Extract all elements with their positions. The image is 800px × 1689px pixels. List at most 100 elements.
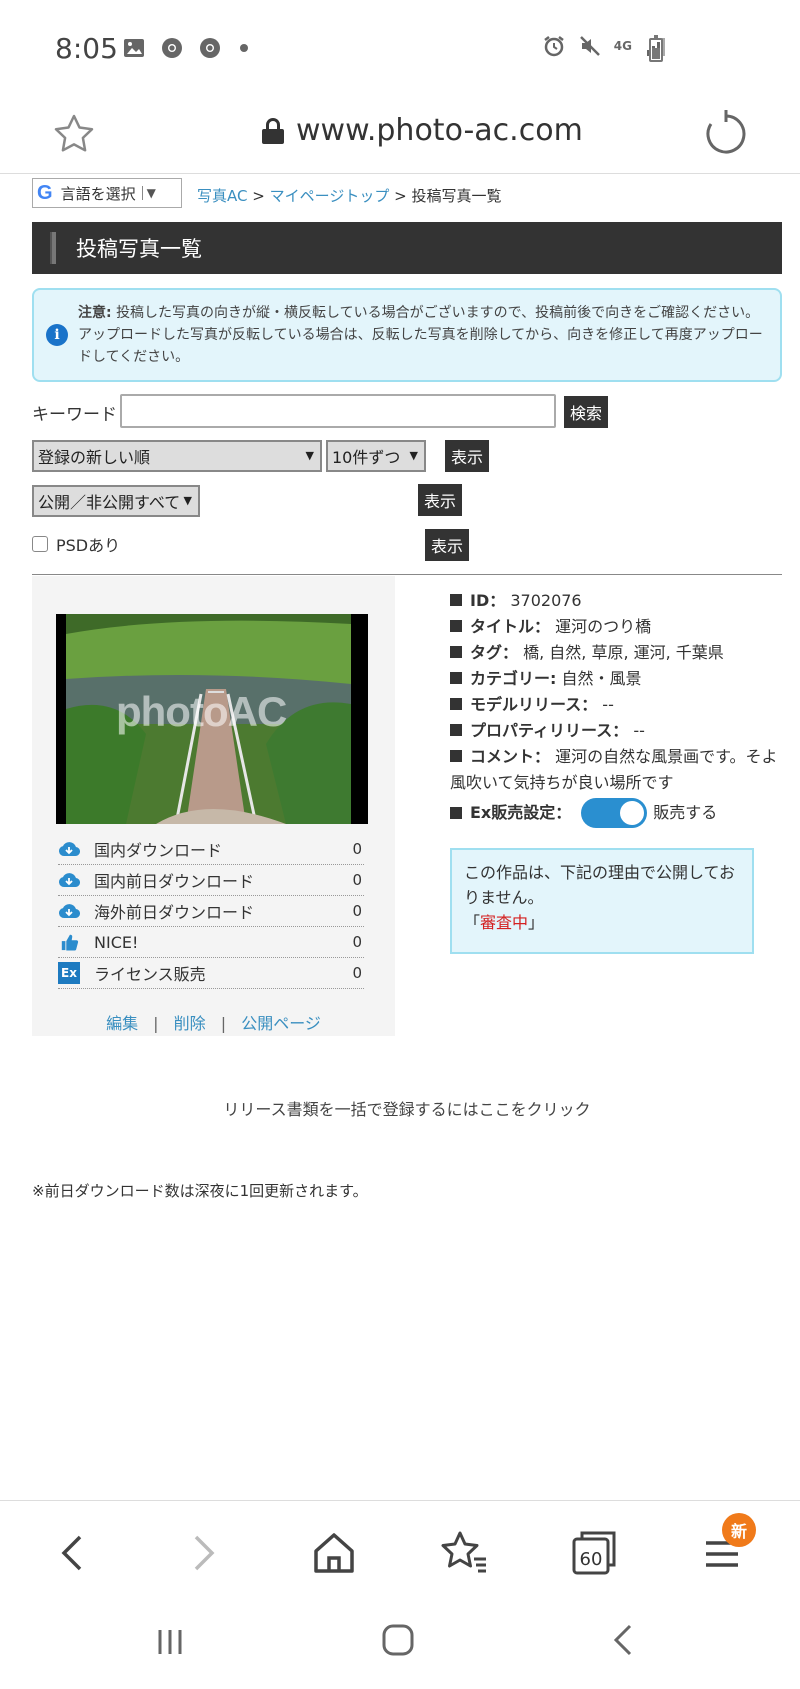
visibility-select-value: 公開／非公開すべて: [38, 493, 181, 512]
more-notifications-dot: [240, 44, 248, 52]
detail-ex-sale: Ex販売設定： 販売する: [450, 796, 780, 830]
stat-value: 0: [352, 871, 362, 889]
chevron-down-icon: ▼: [305, 449, 314, 462]
stat-label: NICE!: [94, 932, 139, 952]
cloud-download-icon: [59, 904, 80, 919]
cloud-download-icon: [59, 842, 80, 857]
detail-model-release: モデルリリース： --: [450, 692, 780, 718]
language-select-label: 言語を選択: [60, 184, 136, 203]
page-title: 投稿写真一覧: [32, 222, 782, 274]
status-time: 8:05: [55, 32, 118, 65]
alarm-icon: [544, 36, 564, 57]
bulk-release-link[interactable]: リリース書類を一括で登録するにはここをクリック: [32, 1096, 782, 1120]
language-select[interactable]: G 言語を選択 ▼: [32, 178, 182, 208]
stat-value: 0: [352, 964, 362, 982]
reload-icon[interactable]: [700, 108, 752, 160]
home-icon[interactable]: [306, 1525, 362, 1581]
notice-text: 投稿した写真の向きが縦・横反転している場合がございますので、投稿前後で向きをご確…: [78, 305, 763, 365]
psd-filter: PSDあり: [32, 532, 120, 556]
thumbs-up-icon: [61, 934, 79, 951]
detail-category: カテゴリー: 自然・風景: [450, 666, 780, 692]
bookmarks-icon[interactable]: [436, 1525, 492, 1581]
per-page-select[interactable]: 10件ずつ ▼: [326, 440, 426, 472]
tab-count: 60: [579, 1549, 603, 1570]
url-field[interactable]: www.photo-ac.com: [262, 113, 583, 148]
ex-sale-value: 販売する: [653, 803, 718, 822]
public-page-link[interactable]: 公開ページ: [241, 1014, 321, 1033]
stat-row: 国内ダウンロード 0: [58, 834, 364, 865]
ex-sale-label: Ex販売設定：: [470, 803, 572, 822]
stat-row: Ex ライセンス販売 0: [58, 958, 364, 989]
stat-row: NICE! 0: [58, 927, 364, 958]
ex-license-icon: Ex: [58, 962, 80, 984]
home-system-icon[interactable]: [378, 1620, 418, 1660]
stat-value: 0: [352, 902, 362, 920]
notice-label: 注意:: [78, 305, 112, 321]
link-separator: |: [220, 1014, 227, 1033]
chevron-down-icon: ▼: [183, 494, 192, 507]
photo-stats: 国内ダウンロード 0 国内前日ダウンロード 0 海外前日ダウンロード 0 NIC…: [58, 834, 364, 989]
search-button[interactable]: 検索: [564, 396, 608, 428]
stat-label: 国内前日ダウンロード: [94, 872, 255, 891]
network-type: 4G: [613, 39, 632, 53]
visibility-select[interactable]: 公開／非公開すべて ▼: [32, 485, 200, 517]
delete-link[interactable]: 削除: [174, 1014, 206, 1033]
language-row: G 言語を選択 ▼ 写真AC > マイページトップ > 投稿写真一覧: [32, 176, 782, 212]
show-button-sort[interactable]: 表示: [445, 440, 489, 472]
cloud-download-icon: [59, 873, 80, 888]
keyword-input[interactable]: [120, 394, 556, 428]
status-box: この作品は、下記の理由で公開しておりません。 「審査中」: [450, 848, 754, 954]
sort-select[interactable]: 登録の新しい順 ▼: [32, 440, 322, 472]
divider: [32, 574, 782, 575]
browser-url-bar: www.photo-ac.com: [0, 100, 800, 174]
per-page-select-value: 10件ずつ: [332, 448, 401, 467]
stat-label: 国内ダウンロード: [94, 841, 223, 860]
stat-row: 国内前日ダウンロード 0: [58, 865, 364, 896]
photo-actions: 編集 | 削除 | 公開ページ: [32, 1010, 395, 1034]
breadcrumb-separator: >: [252, 187, 265, 205]
recent-apps-icon[interactable]: [150, 1622, 190, 1662]
photo-thumbnail[interactable]: photoAC: [56, 614, 368, 824]
detail-property-release: プロパティリリース： --: [450, 718, 780, 744]
show-button-visibility[interactable]: 表示: [418, 484, 462, 516]
stat-row: 海外前日ダウンロード 0: [58, 896, 364, 927]
status-message: この作品は、下記の理由で公開しておりません。: [464, 863, 736, 907]
stat-label: ライセンス販売: [94, 965, 206, 984]
keyword-label: キーワード: [32, 405, 117, 425]
ex-sale-toggle[interactable]: [581, 798, 648, 828]
forward-icon[interactable]: [174, 1525, 230, 1581]
chrome-icon: [200, 38, 220, 58]
google-icon: G: [37, 181, 53, 204]
breadcrumb-mypage[interactable]: マイページトップ: [270, 187, 390, 205]
psd-label: PSDあり: [56, 536, 121, 555]
photo-details: ID： 3702076 タイトル： 運河のつり橋 タグ： 橋, 自然, 草原, …: [450, 588, 780, 830]
breadcrumb: 写真AC > マイページトップ > 投稿写真一覧: [197, 185, 501, 206]
chevron-down-icon: ▼: [141, 186, 156, 200]
psd-checkbox[interactable]: [32, 536, 48, 552]
lock-icon: [262, 117, 284, 144]
chevron-down-icon: ▼: [409, 449, 418, 462]
detail-comment: コメント： 運河の自然な風景画です。そよ風吹いて気持ちが良い場所です: [450, 747, 778, 792]
menu-new-badge: 新: [722, 1513, 756, 1547]
bookmark-star-icon[interactable]: [50, 110, 98, 158]
tabs-button[interactable]: 60: [566, 1525, 622, 1581]
chrome-icon: [162, 38, 182, 58]
breadcrumb-separator: >: [394, 187, 407, 205]
breadcrumb-home[interactable]: 写真AC: [197, 187, 247, 205]
footnote: ※前日ダウンロード数は深夜に1回更新されます。: [32, 1182, 368, 1200]
notice-box: i 注意: 投稿した写真の向きが縦・横反転している場合がございますので、投稿前後…: [32, 288, 782, 382]
url-text: www.photo-ac.com: [296, 113, 583, 148]
gallery-icon: [124, 39, 144, 57]
stat-value: 0: [352, 933, 362, 951]
detail-tags: タグ： 橋, 自然, 草原, 運河, 千葉県: [450, 640, 780, 666]
back-system-icon[interactable]: [604, 1620, 644, 1660]
system-nav-bar: [0, 1600, 800, 1689]
back-icon[interactable]: [46, 1525, 102, 1581]
edit-link[interactable]: 編集: [106, 1014, 138, 1033]
status-bar: 8:05 4G: [0, 0, 800, 100]
browser-bottom-nav: 60 新: [0, 1500, 800, 1600]
show-button-psd[interactable]: 表示: [425, 529, 469, 561]
photo-watermark: photoAC: [116, 688, 287, 735]
notification-icons: [122, 36, 248, 60]
status-reason: 審査中: [480, 913, 529, 932]
